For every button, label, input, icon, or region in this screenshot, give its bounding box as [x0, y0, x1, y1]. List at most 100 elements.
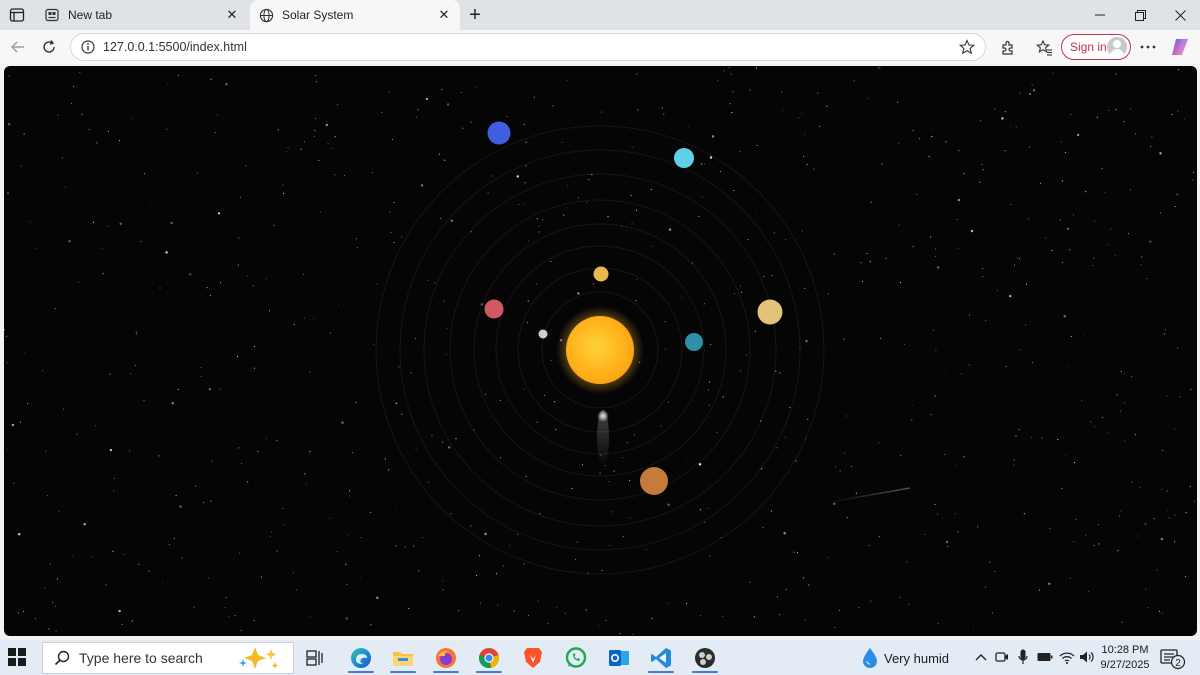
new-tab-button[interactable]: + — [464, 4, 486, 26]
meteor-streak — [829, 487, 911, 503]
star — [795, 460, 797, 462]
favorite-star-icon[interactable] — [957, 37, 977, 57]
firefox-icon[interactable] — [429, 643, 463, 673]
star — [171, 402, 174, 405]
star — [1190, 388, 1192, 390]
system-clock[interactable]: 10:28 PM 9/27/2025 — [1098, 643, 1152, 673]
star — [1009, 294, 1012, 298]
star — [1156, 569, 1158, 571]
vscode-icon[interactable] — [644, 643, 678, 673]
copilot-icon[interactable] — [1168, 35, 1192, 59]
star — [177, 74, 179, 76]
star — [238, 237, 240, 239]
clock-date: 9/27/2025 — [1100, 659, 1150, 671]
more-options-icon[interactable] — [1136, 35, 1160, 59]
task-view-icon[interactable] — [298, 643, 332, 673]
star — [1004, 150, 1006, 152]
tab-title: Solar System — [282, 8, 354, 22]
star — [807, 418, 809, 420]
sun — [556, 306, 644, 394]
tab-new-tab[interactable]: New tab ✕ — [36, 0, 248, 30]
star — [341, 421, 344, 424]
star — [7, 192, 9, 194]
star — [415, 448, 417, 450]
star — [585, 609, 587, 611]
tab-solar-system[interactable]: Solar System ✕ — [250, 0, 460, 30]
star — [607, 216, 609, 218]
star — [1115, 73, 1117, 75]
microphone-icon[interactable] — [1014, 648, 1032, 666]
extensions-icon[interactable] — [996, 35, 1020, 59]
minimize-button[interactable] — [1080, 0, 1120, 30]
star — [1066, 227, 1070, 230]
wifi-icon[interactable] — [1058, 648, 1076, 666]
star — [566, 79, 568, 82]
star — [664, 321, 666, 323]
star — [1193, 171, 1195, 173]
star — [1088, 590, 1090, 592]
star — [72, 555, 74, 558]
star — [276, 440, 278, 442]
obs-icon[interactable] — [688, 643, 722, 673]
star — [395, 506, 397, 508]
sign-in-button[interactable]: Sign in — [1061, 34, 1131, 60]
weather-widget[interactable]: Very humid — [862, 643, 949, 673]
edge-icon[interactable] — [344, 643, 378, 673]
meet-now-icon[interactable] — [993, 648, 1011, 666]
star — [34, 618, 36, 620]
star — [329, 517, 331, 519]
restore-button[interactable] — [1120, 0, 1160, 30]
windows-start-icon[interactable] — [8, 648, 28, 668]
star — [930, 127, 932, 129]
chevron-up-icon[interactable] — [972, 648, 990, 666]
star — [1139, 486, 1141, 488]
file-explorer-icon[interactable] — [386, 643, 420, 673]
star — [20, 165, 22, 167]
tab-actions-icon[interactable] — [8, 6, 26, 24]
star — [29, 221, 31, 223]
star — [148, 570, 150, 572]
back-button[interactable] — [6, 35, 30, 59]
favorites-icon[interactable] — [1032, 35, 1056, 59]
brave-icon[interactable] — [516, 643, 550, 673]
star — [957, 198, 961, 202]
star — [347, 534, 349, 536]
star — [443, 300, 445, 302]
outlook-icon[interactable] — [602, 643, 636, 673]
address-bar[interactable]: 127.0.0.1:5500/index.html — [70, 33, 986, 61]
star — [1189, 486, 1191, 488]
star — [1174, 541, 1176, 543]
star — [762, 527, 764, 529]
star — [550, 260, 552, 263]
info-icon[interactable] — [80, 39, 96, 55]
star — [667, 401, 670, 403]
volume-icon[interactable] — [1078, 648, 1096, 666]
star — [225, 83, 228, 86]
star — [631, 223, 633, 225]
star — [241, 462, 243, 464]
star — [1166, 509, 1168, 512]
star — [254, 345, 256, 348]
star — [1031, 436, 1033, 438]
chrome-icon[interactable] — [472, 643, 506, 673]
close-window-button[interactable] — [1160, 0, 1200, 30]
taskbar-search-box[interactable]: Type here to search — [42, 642, 294, 674]
star — [202, 501, 204, 503]
star — [158, 455, 160, 457]
whatsapp-icon[interactable] — [559, 643, 593, 673]
star — [538, 225, 540, 227]
star — [528, 240, 530, 242]
star — [360, 536, 362, 539]
close-icon[interactable]: ✕ — [222, 5, 242, 25]
notifications-icon[interactable]: 2 — [1160, 648, 1186, 670]
star — [334, 174, 336, 176]
close-icon[interactable]: ✕ — [434, 5, 454, 25]
star — [1041, 437, 1043, 439]
star — [861, 281, 864, 283]
refresh-button[interactable] — [37, 35, 61, 59]
battery-icon[interactable] — [1036, 648, 1054, 666]
star — [1019, 92, 1021, 94]
star — [846, 516, 848, 519]
star — [1101, 168, 1103, 170]
star — [349, 490, 351, 492]
